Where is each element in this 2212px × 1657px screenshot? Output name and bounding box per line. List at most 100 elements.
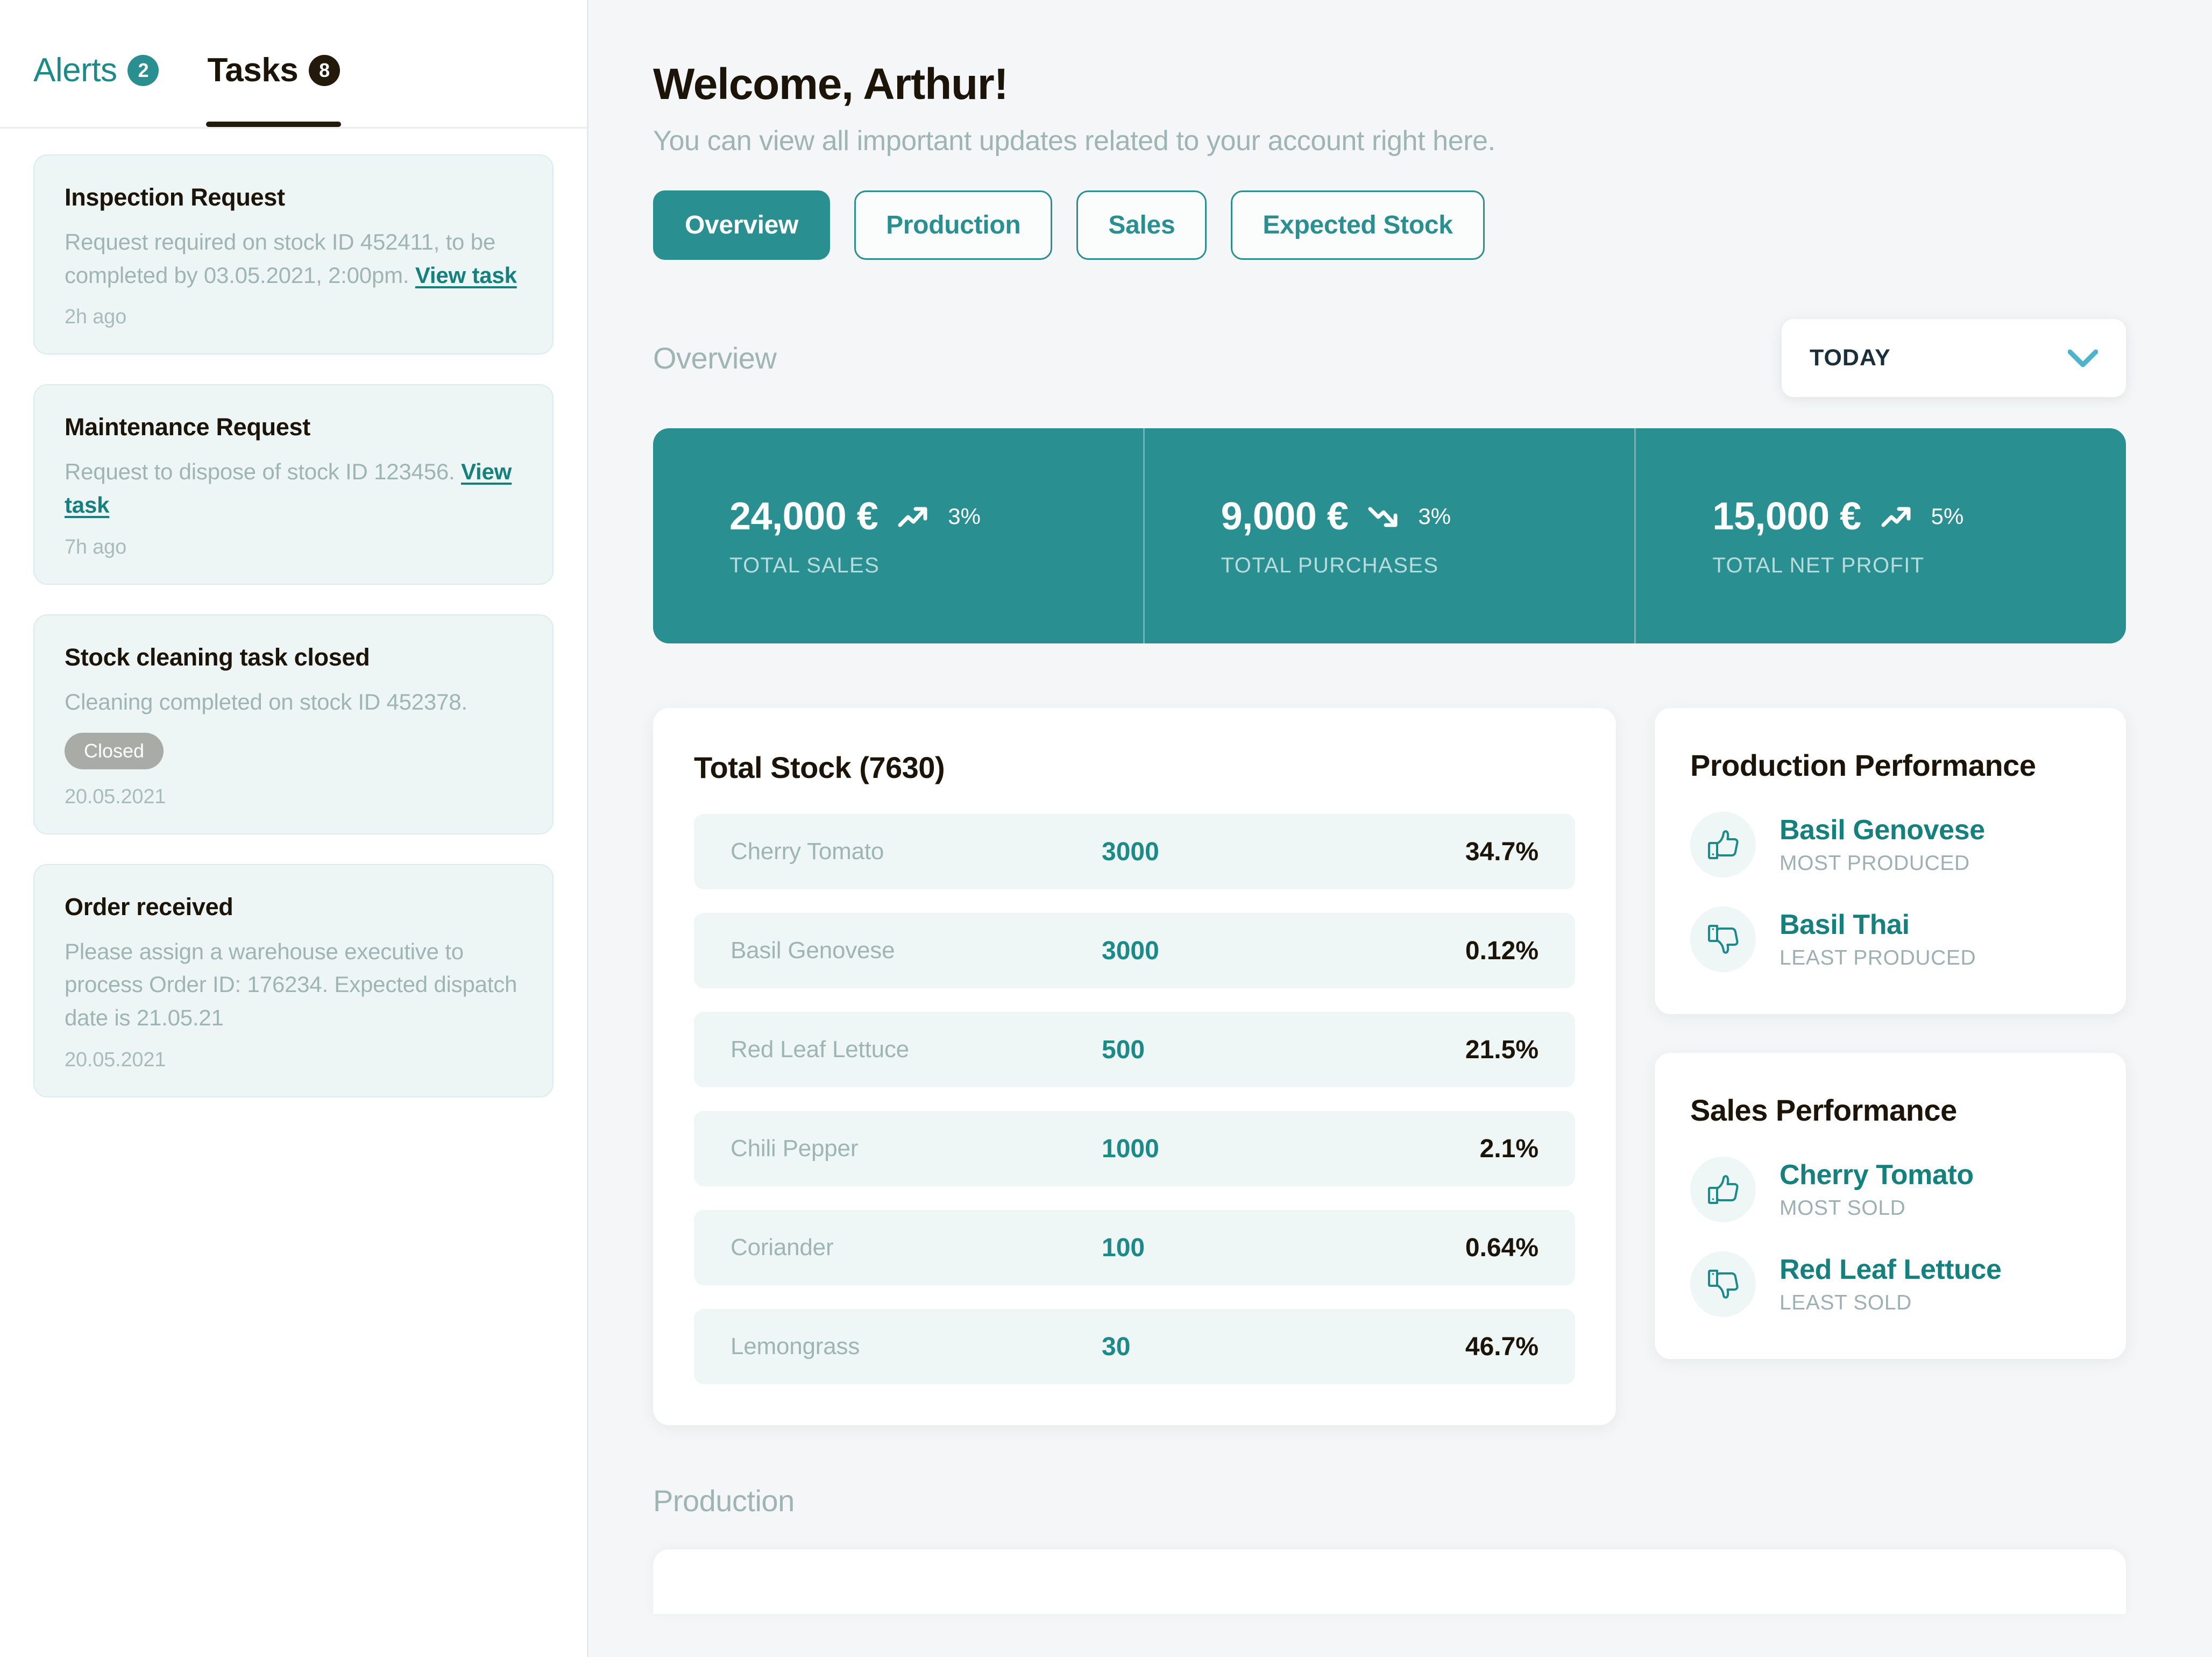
tab-sales[interactable]: Sales: [1076, 190, 1207, 260]
stock-qty: 30: [1102, 1332, 1131, 1361]
overview-cards-row: Total Stock (7630) Cherry Tomato 3000 34…: [653, 708, 2126, 1425]
production-card: [653, 1549, 2126, 1614]
stock-name: Red Leaf Lettuce: [731, 1036, 909, 1063]
tab-production[interactable]: Production: [854, 190, 1053, 260]
perf-text-wrap: Basil Genovese MOST PRODUCED: [1779, 814, 1985, 875]
stock-qty: 500: [1102, 1035, 1145, 1064]
thumbs-up-icon-wrap: [1690, 1157, 1756, 1222]
sidebar-tab-tasks[interactable]: Tasks 8: [206, 51, 341, 127]
thumbs-up-icon-wrap: [1690, 812, 1756, 877]
page-subtitle: You can view all important updates relat…: [653, 125, 1495, 157]
task-title: Order received: [65, 893, 233, 920]
trend-up-icon: [1881, 505, 1912, 528]
stats-banner: 24,000 € 3% TOTAL SALES 9,000 € 3% TOTAL…: [653, 428, 2126, 643]
sidebar-tab-tasks-label: Tasks: [207, 52, 299, 89]
stat-total-net-profit-delta: 5%: [1931, 503, 1964, 529]
task-card[interactable]: Inspection Request Request required on s…: [33, 154, 554, 355]
perf-text-wrap: Red Leaf Lettuce LEAST SOLD: [1779, 1254, 2002, 1315]
sidebar-tabs: Alerts 2 Tasks 8: [0, 0, 587, 127]
perf-name: Basil Genovese: [1779, 815, 1985, 846]
dashboard-app: Alerts 2 Tasks 8 Inspection Request Requ…: [0, 0, 2212, 1657]
view-task-link[interactable]: View task: [415, 263, 517, 288]
list-item[interactable]: Basil Genovese MOST PRODUCED: [1690, 812, 2087, 877]
stat-total-sales-top: 24,000 € 3%: [729, 494, 1143, 539]
sales-performance-title: Sales Performance: [1690, 1093, 1957, 1127]
stat-total-sales-label: TOTAL SALES: [729, 553, 880, 577]
task-list: Inspection Request Request required on s…: [0, 129, 587, 1097]
task-body-text: Request to dispose of stock ID 123456.: [65, 459, 461, 485]
tab-expected-stock[interactable]: Expected Stock: [1231, 190, 1485, 260]
sidebar: Alerts 2 Tasks 8 Inspection Request Requ…: [0, 0, 589, 1657]
stock-pct: 2.1%: [1479, 1134, 1539, 1163]
table-row[interactable]: Coriander 100 0.64%: [694, 1210, 1575, 1285]
thumbs-down-icon: [1705, 1266, 1741, 1302]
trend-down-icon: [1367, 505, 1399, 528]
list-item[interactable]: Cherry Tomato MOST SOLD: [1690, 1157, 2087, 1222]
sidebar-tab-alerts-label: Alerts: [33, 52, 117, 89]
list-item[interactable]: Red Leaf Lettuce LEAST SOLD: [1690, 1251, 2087, 1317]
chevron-down-icon: [2067, 349, 2098, 367]
task-title: Stock cleaning task closed: [65, 643, 370, 671]
task-timestamp: 20.05.2021: [65, 785, 166, 808]
perf-name: Cherry Tomato: [1779, 1159, 1974, 1191]
task-title: Inspection Request: [65, 183, 285, 211]
task-timestamp: 7h ago: [65, 535, 127, 558]
stat-total-sales-delta: 3%: [948, 503, 981, 529]
thumbs-up-icon: [1705, 1172, 1741, 1207]
period-select-value: TODAY: [1810, 345, 1891, 371]
stat-total-net-profit-value: 15,000 €: [1712, 494, 1861, 538]
stock-qty: 3000: [1102, 936, 1159, 965]
list-item[interactable]: Basil Thai LEAST PRODUCED: [1690, 907, 2087, 972]
sidebar-tab-tasks-badge: 8: [309, 54, 341, 86]
table-row[interactable]: Cherry Tomato 3000 34.7%: [694, 814, 1575, 889]
stock-pct: 46.7%: [1465, 1332, 1539, 1361]
stat-total-net-profit: 15,000 € 5% TOTAL NET PROFIT: [1634, 428, 2126, 643]
perf-label: MOST SOLD: [1779, 1196, 1906, 1220]
task-title: Maintenance Request: [65, 413, 310, 441]
stat-total-purchases-top: 9,000 € 3%: [1221, 494, 1635, 539]
stock-name: Chili Pepper: [731, 1135, 859, 1162]
performance-column: Production Performance Basil Genovese MO…: [1655, 708, 2126, 1359]
production-heading: Production: [653, 1484, 795, 1518]
overview-section-header: Overview TODAY: [653, 319, 2126, 397]
task-card[interactable]: Order received Please assign a warehouse…: [33, 863, 554, 1097]
stock-name: Basil Genovese: [731, 937, 895, 964]
stat-total-purchases-value: 9,000 €: [1221, 494, 1349, 538]
stat-total-purchases-delta: 3%: [1418, 503, 1451, 529]
perf-name: Red Leaf Lettuce: [1779, 1254, 2002, 1285]
stat-total-net-profit-label: TOTAL NET PROFIT: [1712, 553, 1925, 577]
task-body: Request to dispose of stock ID 123456. V…: [65, 455, 522, 521]
stat-total-purchases-label: TOTAL PURCHASES: [1221, 553, 1439, 577]
stock-pct: 21.5%: [1465, 1035, 1539, 1064]
production-performance-title: Production Performance: [1690, 748, 2036, 782]
thumbs-up-icon: [1705, 827, 1741, 862]
main-content: Welcome, Arthur! You can view all import…: [589, 0, 2212, 1657]
perf-text-wrap: Cherry Tomato MOST SOLD: [1779, 1159, 1974, 1220]
task-body: Cleaning completed on stock ID 452378.: [65, 689, 467, 714]
stock-qty: 1000: [1102, 1134, 1159, 1163]
perf-label: LEAST PRODUCED: [1779, 946, 1976, 969]
sidebar-tab-alerts[interactable]: Alerts 2: [33, 51, 159, 127]
stock-pct: 34.7%: [1465, 837, 1539, 866]
overview-heading: Overview: [653, 341, 777, 375]
table-row[interactable]: Lemongrass 30 46.7%: [694, 1309, 1575, 1384]
stat-total-sales: 24,000 € 3% TOTAL SALES: [653, 428, 1143, 643]
table-row[interactable]: Chili Pepper 1000 2.1%: [694, 1111, 1575, 1186]
perf-name: Basil Thai: [1779, 909, 1910, 940]
thumbs-down-icon-wrap: [1690, 1251, 1756, 1317]
perf-text-wrap: Basil Thai LEAST PRODUCED: [1779, 909, 1976, 970]
stock-name: Lemongrass: [731, 1333, 860, 1359]
thumbs-down-icon: [1705, 922, 1741, 957]
table-row[interactable]: Basil Genovese 3000 0.12%: [694, 913, 1575, 988]
task-card[interactable]: Maintenance Request Request to dispose o…: [33, 384, 554, 585]
period-select[interactable]: TODAY: [1782, 319, 2126, 397]
sidebar-tab-alerts-badge: 2: [127, 54, 159, 86]
stock-qty: 100: [1102, 1233, 1145, 1262]
stock-pct: 0.64%: [1465, 1233, 1539, 1262]
tab-overview[interactable]: Overview: [653, 190, 831, 260]
stat-total-net-profit-top: 15,000 € 5%: [1712, 494, 2126, 539]
task-card[interactable]: Stock cleaning task closed Cleaning comp…: [33, 614, 554, 834]
task-body: Please assign a warehouse executive to p…: [65, 938, 517, 1031]
table-row[interactable]: Red Leaf Lettuce 500 21.5%: [694, 1012, 1575, 1087]
production-performance-card: Production Performance Basil Genovese MO…: [1655, 708, 2126, 1014]
